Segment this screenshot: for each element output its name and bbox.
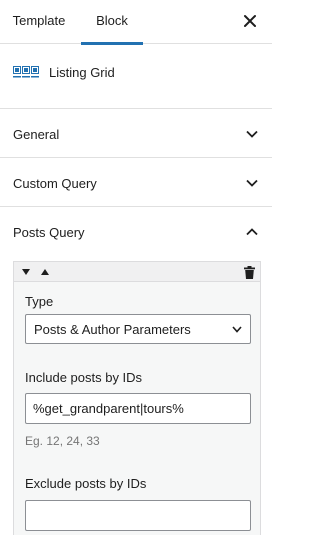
panel-custom-query-title: Custom Query: [13, 176, 97, 191]
query-item-header: [14, 262, 260, 282]
tab-template[interactable]: Template: [0, 0, 78, 44]
type-label: Type: [25, 294, 54, 309]
panel-general-title: General: [13, 127, 60, 142]
block-title: Listing Grid: [49, 65, 115, 80]
query-item: Type Posts & Author Parameters Include p…: [13, 261, 261, 535]
panel-posts-query[interactable]: Posts Query: [0, 208, 272, 256]
sidebar-tabs: Template Block: [0, 0, 272, 45]
type-select[interactable]: Posts & Author Parameters: [25, 314, 251, 344]
chevron-down-icon: [232, 326, 242, 333]
panel-posts-query-title: Posts Query: [13, 225, 85, 240]
include-hint: Eg. 12, 24, 33: [25, 434, 100, 448]
move-up-icon[interactable]: [40, 268, 50, 276]
chevron-down-icon: [246, 179, 258, 187]
include-ids-input[interactable]: [25, 393, 251, 424]
tab-block[interactable]: Block: [81, 0, 143, 45]
block-card: Listing Grid: [0, 45, 272, 109]
panel-custom-query[interactable]: Custom Query: [0, 159, 272, 207]
chevron-up-icon: [246, 228, 258, 236]
exclude-ids-input[interactable]: [25, 500, 251, 531]
type-select-value: Posts & Author Parameters: [34, 322, 191, 337]
close-icon[interactable]: [242, 13, 258, 29]
include-label: Include posts by IDs: [25, 370, 143, 385]
move-down-icon[interactable]: [21, 268, 31, 276]
chevron-down-icon: [246, 130, 258, 138]
trash-icon[interactable]: [244, 266, 255, 279]
exclude-label: Exclude posts by IDs: [25, 476, 147, 491]
panel-general[interactable]: General: [0, 110, 272, 158]
listing-grid-icon: [13, 66, 39, 78]
